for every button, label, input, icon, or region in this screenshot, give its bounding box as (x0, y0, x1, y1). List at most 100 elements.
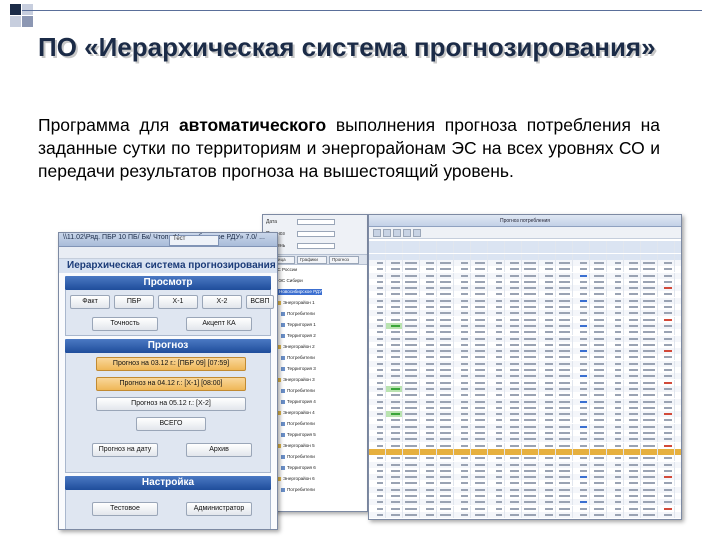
grid-cell[interactable] (386, 436, 403, 443)
admin-button[interactable]: Администратор (186, 502, 252, 516)
grid-cell[interactable] (624, 511, 641, 518)
grid-cell[interactable] (471, 373, 488, 380)
grid-cell[interactable] (437, 348, 454, 355)
grid-cell[interactable] (539, 417, 556, 424)
grid-cell[interactable] (539, 329, 556, 336)
grid-cell[interactable] (590, 316, 607, 323)
grid-cell[interactable] (522, 291, 539, 298)
grid-cell[interactable] (539, 247, 556, 254)
grid-cell[interactable] (607, 480, 624, 487)
grid-cell[interactable] (505, 335, 522, 342)
grid-cell[interactable] (403, 404, 420, 411)
grid-cell[interactable] (369, 322, 386, 329)
grid-cell[interactable] (403, 259, 420, 266)
grid-cell[interactable] (522, 423, 539, 430)
grid-cell[interactable] (641, 266, 658, 273)
grid-cell[interactable] (420, 272, 437, 279)
grid-cell[interactable] (624, 291, 641, 298)
grid-cell[interactable] (624, 448, 641, 455)
grid-cell[interactable] (454, 266, 471, 273)
grid-cell[interactable] (471, 297, 488, 304)
grid-cell[interactable] (488, 417, 505, 424)
grid-cell[interactable] (590, 404, 607, 411)
grid-cell[interactable] (454, 373, 471, 380)
grid-cell[interactable] (471, 379, 488, 386)
grid-cell[interactable] (403, 423, 420, 430)
grid-cell[interactable] (488, 291, 505, 298)
grid-cell[interactable] (556, 511, 573, 518)
grid-cell[interactable] (420, 411, 437, 418)
grid-cell[interactable] (505, 322, 522, 329)
grid-cell[interactable] (590, 241, 607, 247)
grid-cell[interactable] (573, 316, 590, 323)
grid-cell[interactable] (641, 430, 658, 436)
grid-cell[interactable] (386, 404, 403, 411)
grid-cell[interactable] (437, 404, 454, 411)
grid-cell[interactable] (369, 329, 386, 336)
grid-cell[interactable] (522, 398, 539, 405)
grid-cell[interactable] (556, 455, 573, 462)
grid-cell[interactable] (539, 480, 556, 487)
grid-cell[interactable] (488, 499, 505, 506)
grid-cell[interactable] (386, 448, 403, 455)
grid-cell[interactable] (369, 417, 386, 424)
grid-cell[interactable] (420, 436, 437, 443)
pbr-button[interactable]: ПБР (114, 295, 154, 309)
grid-cell[interactable] (403, 310, 420, 317)
grid-cell[interactable] (420, 373, 437, 380)
grid-cell[interactable] (471, 253, 488, 260)
grid-cell[interactable] (454, 322, 471, 329)
grid-cell[interactable] (573, 392, 590, 399)
grid-cell[interactable] (522, 285, 539, 292)
grid-cell[interactable] (403, 329, 420, 336)
grid-cell[interactable] (454, 341, 471, 348)
grid-cell[interactable] (454, 430, 471, 436)
grid-cell[interactable] (420, 385, 437, 392)
grid-cell[interactable] (437, 411, 454, 418)
grid-cell[interactable] (403, 511, 420, 518)
grid-cell[interactable] (437, 461, 454, 468)
grid-cell[interactable] (403, 436, 420, 443)
grid-cell[interactable] (403, 247, 420, 254)
grid-cell[interactable] (624, 297, 641, 304)
grid-cell[interactable] (573, 461, 590, 468)
grid-cell[interactable] (590, 354, 607, 361)
grid-cell[interactable] (488, 253, 505, 260)
grid-cell[interactable] (590, 360, 607, 367)
grid-cell[interactable] (488, 461, 505, 468)
grid-cell[interactable] (539, 398, 556, 405)
grid-cell[interactable] (369, 392, 386, 399)
grid-cell[interactable] (369, 430, 386, 436)
grid-cell[interactable] (454, 291, 471, 298)
grid-cell[interactable] (505, 247, 522, 254)
grid-cell[interactable] (590, 259, 607, 266)
grid-cell[interactable] (624, 467, 641, 474)
grid-cell[interactable] (539, 373, 556, 380)
grid-cell[interactable] (641, 278, 658, 285)
grid-cell[interactable] (658, 253, 675, 260)
grid-cell[interactable] (437, 304, 454, 310)
grid-cell[interactable] (369, 404, 386, 411)
fact-button[interactable]: Факт (70, 295, 110, 309)
grid-cell[interactable] (556, 259, 573, 266)
grid-cell[interactable] (522, 329, 539, 336)
grid-cell[interactable] (607, 304, 624, 310)
grid-cell[interactable] (454, 480, 471, 487)
grid-cell[interactable] (607, 448, 624, 455)
grid-cell[interactable] (386, 297, 403, 304)
grid-cell[interactable] (539, 505, 556, 512)
grid-cell[interactable] (539, 367, 556, 373)
grid-cell[interactable] (403, 486, 420, 493)
grid-cell[interactable] (658, 360, 675, 367)
toolbar-button[interactable] (373, 229, 381, 237)
grid-cell[interactable] (590, 461, 607, 468)
grid-cell[interactable] (556, 480, 573, 487)
grid-cell[interactable] (454, 423, 471, 430)
grid-cell[interactable] (607, 367, 624, 373)
grid-cell[interactable] (641, 398, 658, 405)
grid-cell[interactable] (505, 467, 522, 474)
grid-cell[interactable] (539, 379, 556, 386)
grid-cell[interactable] (658, 291, 675, 298)
grid-cell[interactable] (386, 379, 403, 386)
grid-cell[interactable] (658, 398, 675, 405)
